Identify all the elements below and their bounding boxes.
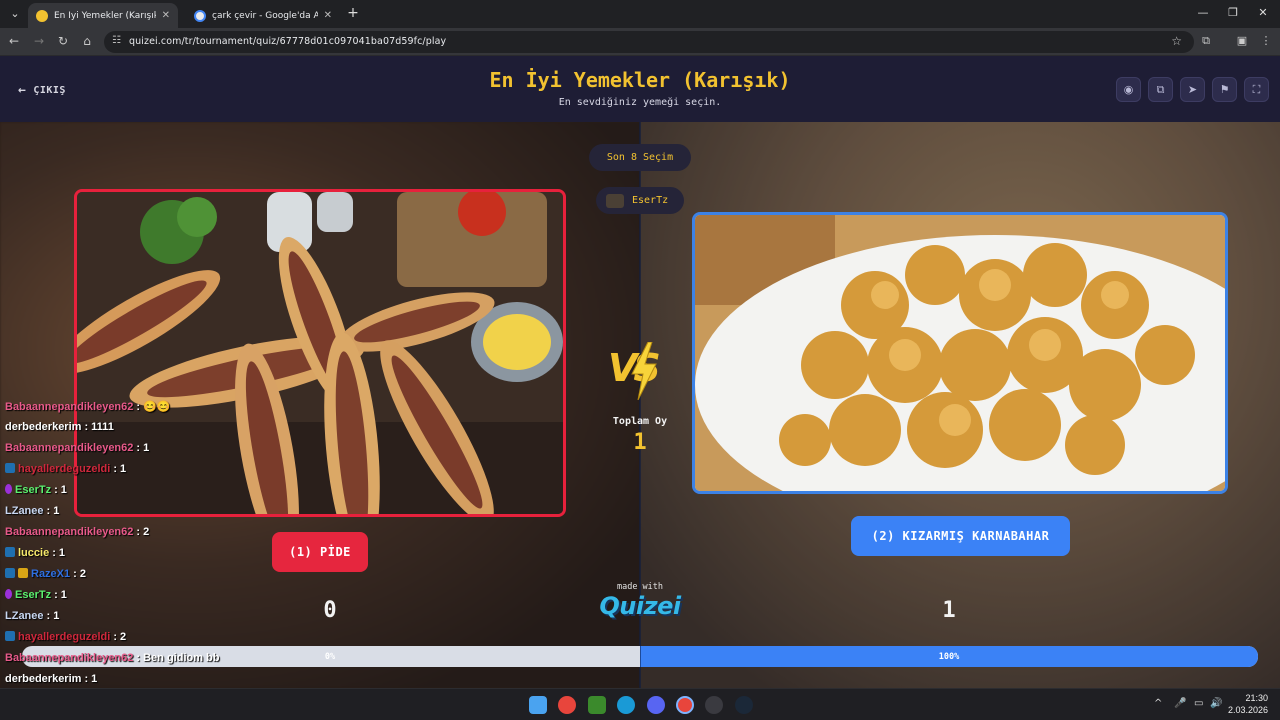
quizei-logo: Quizei xyxy=(599,592,681,620)
browser-tab[interactable]: çark çevir - Google'da Ara ✕ xyxy=(186,3,340,28)
discord-icon[interactable] xyxy=(647,696,665,714)
extensions-icon[interactable]: ⧉ xyxy=(1198,34,1214,48)
mic-icon[interactable]: 🎤 xyxy=(1174,698,1186,709)
total-votes-value: 1 xyxy=(633,430,647,455)
reload-icon[interactable]: ↻ xyxy=(55,34,71,48)
clock-time: 21:30 xyxy=(1245,693,1268,703)
clock-date: 2.03.2026 xyxy=(1227,705,1268,715)
new-tab-icon[interactable]: + xyxy=(345,5,361,21)
nvidia-icon[interactable] xyxy=(588,696,606,714)
total-votes-label: Toplam Oy xyxy=(612,416,668,427)
quizei-favicon-icon xyxy=(36,9,48,22)
fullscreen-icon[interactable]: ⛶ xyxy=(1244,77,1269,102)
steam-icon[interactable] xyxy=(735,696,753,714)
minimize-icon[interactable]: — xyxy=(1188,6,1218,19)
forward-icon[interactable]: → xyxy=(31,34,47,48)
menu-icon[interactable]: ⋮ xyxy=(1258,34,1274,47)
close-icon[interactable]: ✕ xyxy=(162,10,170,21)
right-score: 1 xyxy=(942,598,956,623)
home-icon[interactable]: ⌂ xyxy=(79,34,95,48)
profile-avatar[interactable]: ▣ xyxy=(1234,34,1250,47)
send-icon[interactable]: ➤ xyxy=(1180,77,1205,102)
flag-icon[interactable]: ⚑ xyxy=(1212,77,1237,102)
lightning-bolt-icon xyxy=(631,342,657,400)
browser-toolbar: ← → ↻ ⌂ ☷ quizei.com/tr/tournament/quiz/… xyxy=(0,28,1280,56)
choose-pide-button[interactable]: (1) PİDE xyxy=(272,532,368,572)
start-icon[interactable] xyxy=(529,696,547,714)
chrome-icon[interactable] xyxy=(558,696,576,714)
tray-chevron-icon[interactable]: ^ xyxy=(1154,698,1162,709)
site-info-icon[interactable]: ☷ xyxy=(112,35,121,46)
left-percent: 0% xyxy=(324,652,336,662)
left-score: 0 xyxy=(323,598,337,623)
tab-title: En İyi Yemekler (Karışık) - Tier Li xyxy=(54,10,156,21)
tab-search-icon[interactable]: ⌄ xyxy=(6,5,24,23)
bookmark-star-icon[interactable]: ☆ xyxy=(1171,34,1182,48)
volume-icon[interactable]: 🔊 xyxy=(1210,698,1222,709)
back-icon[interactable]: ← xyxy=(6,34,22,48)
user-pill: EserTz xyxy=(596,187,684,214)
chrome-active-icon[interactable] xyxy=(676,696,694,714)
url-text: quizei.com/tr/tournament/quiz/67778d01c0… xyxy=(129,36,447,47)
tab-title: çark çevir - Google'da Ara xyxy=(212,10,318,21)
eye-icon[interactable]: ◉ xyxy=(1116,77,1141,102)
cauliflower-image[interactable] xyxy=(692,212,1228,494)
vote-progress-bar xyxy=(22,646,1258,667)
choose-cauliflower-button[interactable]: (2) KIZARMIŞ KARNABAHAR xyxy=(851,516,1070,556)
quiz-header: ← ÇIKIŞ En İyi Yemekler (Karışık) En sev… xyxy=(0,56,1280,122)
address-bar[interactable]: ☷ quizei.com/tr/tournament/quiz/67778d01… xyxy=(104,31,1194,53)
window-close-icon[interactable]: ✕ xyxy=(1248,6,1278,19)
windows-taskbar: ^ 🎤 ▭ 🔊 21:30 2.03.2026 xyxy=(0,688,1280,720)
copy-icon[interactable]: ⧉ xyxy=(1148,77,1173,102)
quiz-subtitle: En sevdiğiniz yemeği seçin. xyxy=(558,97,722,108)
right-percent: 100% xyxy=(938,652,960,662)
user-name: EserTz xyxy=(632,195,669,206)
pide-photo xyxy=(77,192,563,514)
google-favicon-icon xyxy=(194,9,206,22)
made-with-label: made with xyxy=(616,582,664,592)
edge-icon[interactable] xyxy=(617,696,635,714)
browser-tab-bar: ⌄ En İyi Yemekler (Karışık) - Tier Li ✕ … xyxy=(0,0,1280,28)
pide-image[interactable] xyxy=(74,189,566,517)
obs-icon[interactable] xyxy=(705,696,723,714)
quiz-title: En İyi Yemekler (Karışık) xyxy=(489,68,791,92)
quiz-app: ← ÇIKIŞ En İyi Yemekler (Karışık) En sev… xyxy=(0,56,1280,688)
last-choices-pill[interactable]: Son 8 Seçim xyxy=(589,144,691,171)
progress-midline xyxy=(640,646,641,667)
avatar xyxy=(606,193,624,208)
restore-icon[interactable]: ❐ xyxy=(1218,6,1248,19)
display-icon[interactable]: ▭ xyxy=(1194,698,1203,709)
close-icon[interactable]: ✕ xyxy=(324,10,332,21)
cauliflower-photo xyxy=(695,215,1225,491)
system-clock[interactable]: 21:30 2.03.2026 xyxy=(1228,692,1268,716)
browser-tab-active[interactable]: En İyi Yemekler (Karışık) - Tier Li ✕ xyxy=(28,3,178,28)
